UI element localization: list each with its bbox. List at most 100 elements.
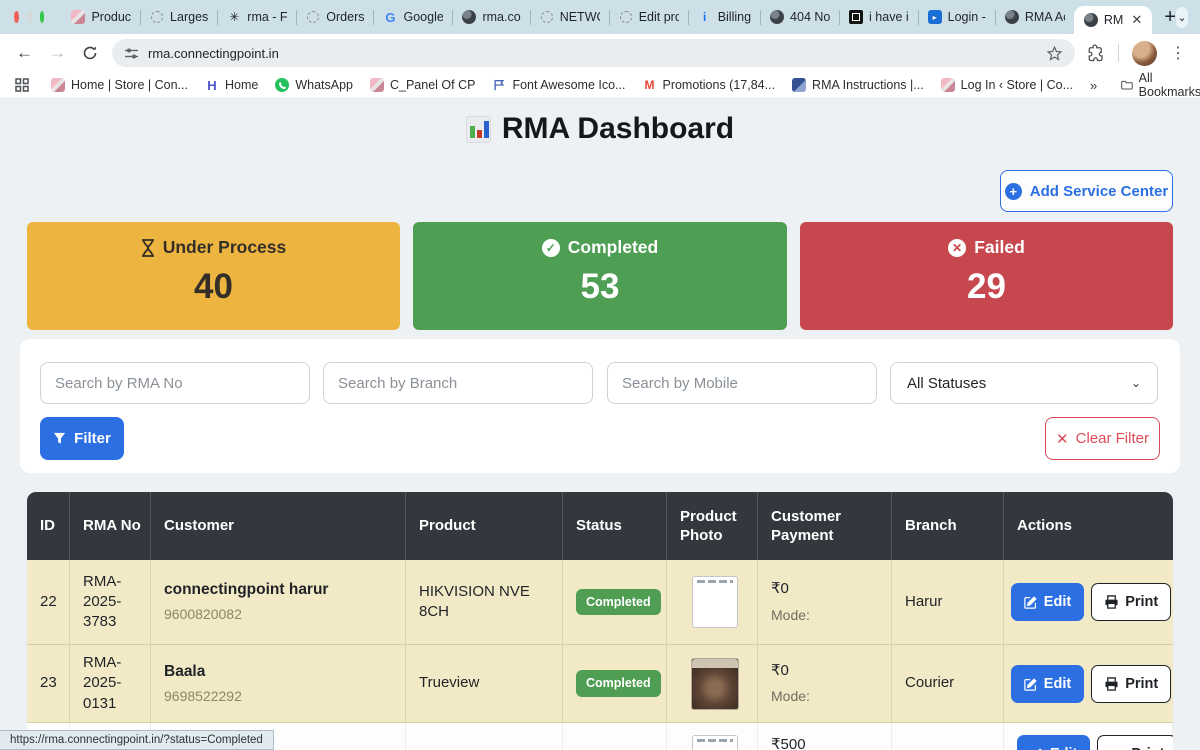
tab-close-icon[interactable]: ✕ <box>1131 12 1142 28</box>
whatsapp-favicon-icon <box>275 78 289 92</box>
bookmark-fontawesome[interactable]: Font Awesome Ico... <box>492 78 625 92</box>
tab-rma-ac[interactable]: RMA Ac <box>996 0 1074 34</box>
forward-button[interactable]: → <box>49 43 66 63</box>
all-bookmarks-button[interactable]: All Bookmarks <box>1121 71 1200 99</box>
cell-product-photo <box>667 723 758 750</box>
product-photo-thumbnail[interactable] <box>692 576 738 628</box>
print-button[interactable]: Print <box>1097 735 1173 750</box>
stat-label: Failed <box>974 237 1025 258</box>
bookmark-login-store[interactable]: Log In ‹ Store | Co... <box>941 78 1073 92</box>
bookmark-home[interactable]: HHome <box>205 78 258 92</box>
tab-orders[interactable]: Orders <box>297 0 373 34</box>
edit-button[interactable]: Edit <box>1011 583 1084 621</box>
table-header-row: ID RMA No Customer Product Status Produc… <box>27 492 1173 560</box>
stat-card-under-process[interactable]: Under Process 40 <box>27 222 400 330</box>
tab-i-have[interactable]: i have i <box>840 0 918 34</box>
print-label: Print <box>1131 746 1164 750</box>
status-badge: Completed <box>576 589 661 616</box>
tab-product[interactable]: Produc <box>62 0 140 34</box>
chrome-menu-icon[interactable]: ⋮ <box>1170 43 1186 63</box>
cell-customer-payment: ₹500 <box>758 723 892 750</box>
edit-button[interactable]: Edit <box>1017 735 1090 750</box>
product-photo-thumbnail[interactable] <box>691 658 739 710</box>
rma-favicon-icon <box>792 78 806 92</box>
bookmark-label: WhatsApp <box>295 78 353 92</box>
page-title: RMA Dashboard <box>502 112 734 146</box>
bookmark-star-icon[interactable] <box>1046 45 1063 62</box>
print-label: Print <box>1125 676 1158 692</box>
cell-product-photo <box>667 645 758 722</box>
address-bar[interactable]: rma.connectingpoint.in <box>112 39 1075 67</box>
toolbar-divider <box>1118 44 1119 62</box>
tab-billing[interactable]: iBilling <box>689 0 760 34</box>
status-select[interactable]: All Statuses ⌄ <box>890 362 1158 404</box>
clear-filter-label: Clear Filter <box>1076 430 1149 447</box>
new-tab-button[interactable]: + <box>1164 6 1176 29</box>
profile-avatar[interactable] <box>1132 41 1157 66</box>
check-circle-icon: ✓ <box>542 239 560 257</box>
print-button[interactable]: Print <box>1091 583 1171 621</box>
back-button[interactable]: ← <box>16 43 33 63</box>
stat-value: 29 <box>800 267 1173 307</box>
edit-button[interactable]: Edit <box>1011 665 1084 703</box>
cell-branch: Courier <box>892 645 1004 722</box>
hourglass-icon <box>141 239 155 257</box>
site-settings-icon[interactable] <box>124 46 139 61</box>
tab-search-chevron-icon[interactable]: ⌄ <box>1176 7 1188 28</box>
stat-card-failed[interactable]: ✕ Failed 29 <box>800 222 1173 330</box>
tab-login[interactable]: ▸Login - <box>919 0 995 34</box>
product-photo-thumbnail[interactable] <box>692 735 738 750</box>
tab-404[interactable]: 404 No <box>761 0 839 34</box>
bookmark-home-store[interactable]: Home | Store | Con... <box>51 78 188 92</box>
tab-rma-co[interactable]: rma.co <box>453 0 529 34</box>
pencil-square-icon <box>1024 595 1038 609</box>
clear-filter-button[interactable]: ✕ Clear Filter <box>1045 417 1160 460</box>
bookmark-cpanel[interactable]: C_Panel Of CP <box>370 78 475 92</box>
tab-label: Edit pro <box>639 10 679 24</box>
window-zoom-button[interactable] <box>40 11 45 23</box>
bookmarks-overflow-chevron-icon[interactable]: » <box>1090 78 1097 93</box>
print-label: Print <box>1125 594 1158 610</box>
window-minimize-button[interactable] <box>27 11 32 23</box>
tab-edit-product[interactable]: Edit pro <box>610 0 688 34</box>
tab-google[interactable]: GGoogle <box>374 0 452 34</box>
tab-largest[interactable]: Larges <box>141 0 217 34</box>
stat-card-completed[interactable]: ✓ Completed 53 <box>413 222 787 330</box>
window-close-button[interactable] <box>14 11 19 23</box>
bar-chart-icon <box>466 116 491 143</box>
tab-rma-f[interactable]: ✳rma - F <box>218 0 296 34</box>
reload-button[interactable] <box>82 45 98 61</box>
search-branch-input[interactable] <box>323 362 593 404</box>
tab-network[interactable]: NETWO <box>531 0 609 34</box>
filter-button[interactable]: Filter <box>40 417 124 460</box>
tab-label: rma.co <box>482 10 520 24</box>
bookmark-promotions[interactable]: MPromotions (17,84... <box>642 78 775 92</box>
cell-product: Trueview <box>406 645 563 722</box>
tab-label: 404 No <box>790 10 830 24</box>
loading-favicon-icon <box>306 10 320 24</box>
flag-favicon-icon <box>492 78 506 92</box>
print-button[interactable]: Print <box>1091 665 1171 703</box>
extensions-puzzle-icon[interactable] <box>1087 44 1105 62</box>
h-favicon-icon: H <box>205 78 219 92</box>
add-service-center-button[interactable]: + Add Service Center <box>1000 170 1173 212</box>
payment-mode: Mode: <box>771 687 883 706</box>
tab-active-rma[interactable]: RM ✕ <box>1074 6 1152 34</box>
url-text[interactable]: rma.connectingpoint.in <box>148 46 279 61</box>
store-favicon-icon <box>51 78 65 92</box>
search-mobile-input[interactable] <box>607 362 877 404</box>
globe-favicon-icon <box>462 10 476 24</box>
apps-grid-icon[interactable] <box>15 78 29 92</box>
loading-favicon-icon <box>619 10 633 24</box>
tab-label: Larges <box>170 10 208 24</box>
bookmark-whatsapp[interactable]: WhatsApp <box>275 78 353 92</box>
cell-customer: connectingpoint harur 9600820082 <box>151 560 406 644</box>
gmail-favicon-icon: M <box>642 78 656 92</box>
cell-actions: Edit Print <box>1004 723 1173 750</box>
header-status: Status <box>563 492 667 560</box>
search-rma-input[interactable] <box>40 362 310 404</box>
cell-actions: Edit Print <box>1004 560 1173 644</box>
loading-favicon-icon <box>540 10 554 24</box>
store-favicon-icon <box>941 78 955 92</box>
bookmark-rma-instructions[interactable]: RMA Instructions |... <box>792 78 924 92</box>
